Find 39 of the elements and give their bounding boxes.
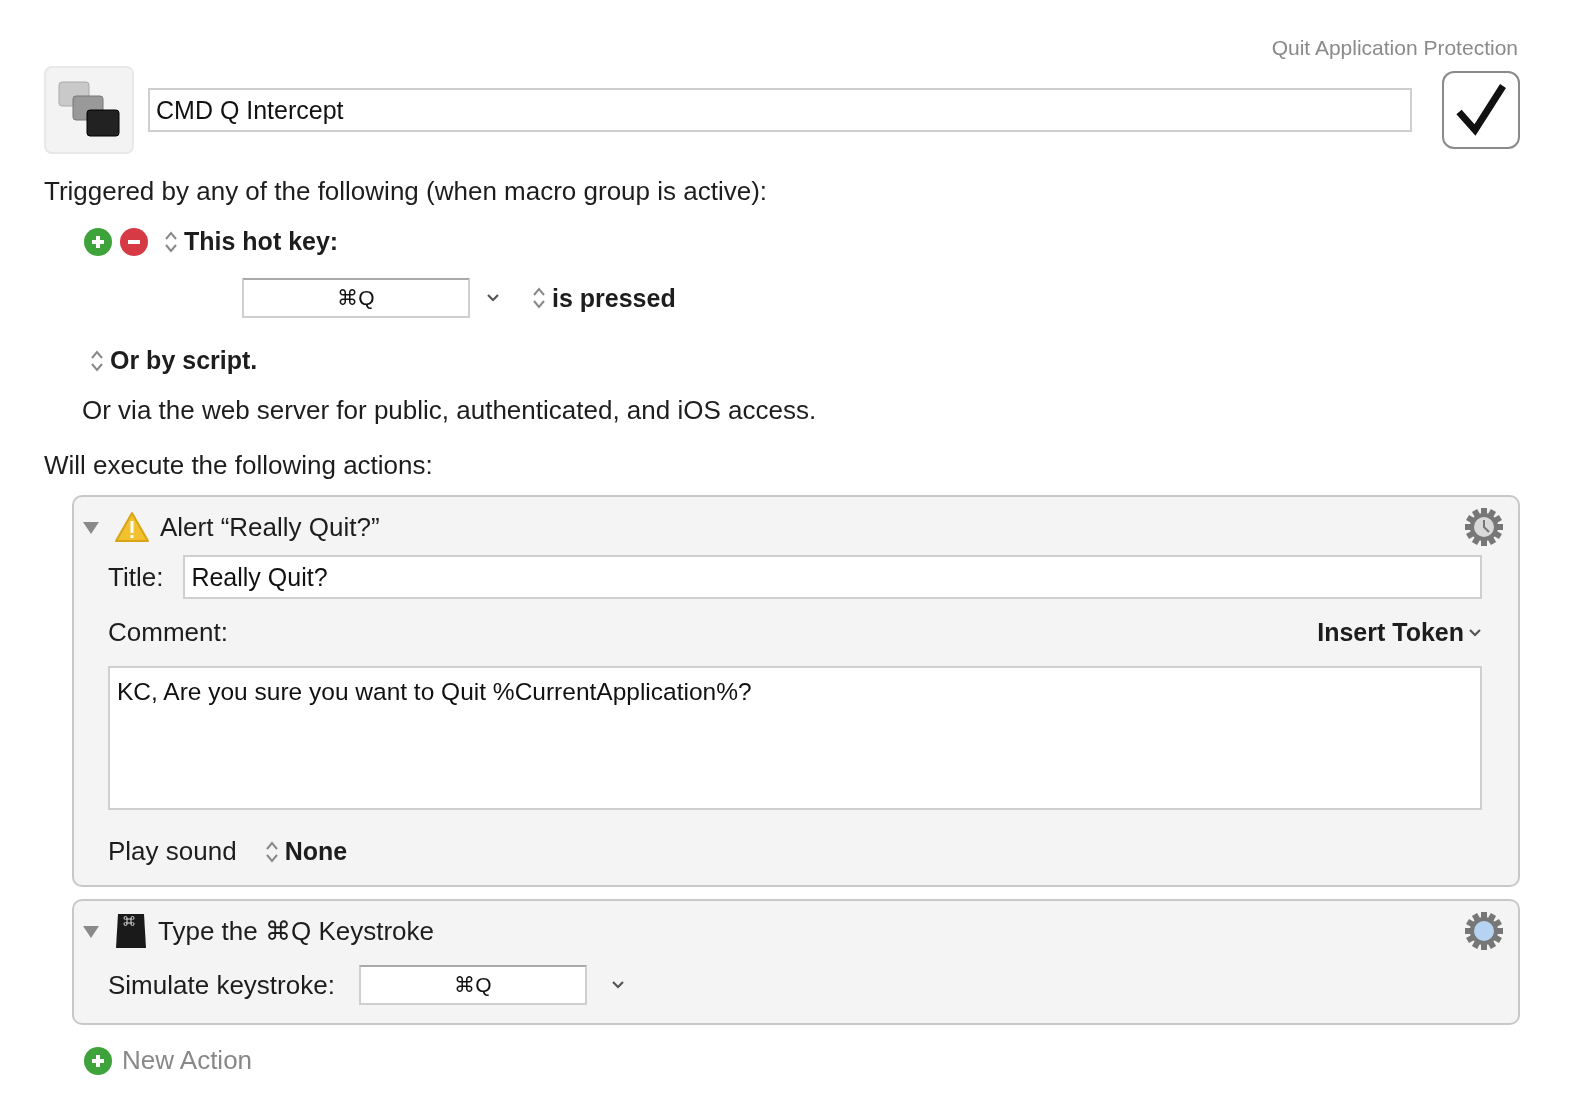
action-title: Alert “Really Quit?” [160,511,380,543]
popup-arrows-icon [90,348,104,373]
title-field[interactable]: Really Quit? [183,555,1482,599]
hotkey-condition-popup[interactable]: is pressed [532,283,676,313]
web-server-note: Or via the web server for public, authenticated, and iOS access. [82,395,818,426]
chevron-down-icon[interactable] [610,980,625,990]
add-icon[interactable] [84,1046,112,1075]
warning-icon [114,511,150,543]
comment-field[interactable]: KC, Are you sure you want to Quit %CurrentApplication%? [108,666,1482,810]
insert-token-menu[interactable]: Insert Token [1317,618,1482,647]
new-action-link[interactable]: New Action [122,1045,253,1076]
play-sound-label: Play sound [108,836,237,867]
trigger-type-popup[interactable]: This hot key: [164,227,339,256]
action-title: Type the ⌘Q Keystroke [158,915,434,947]
remove-icon[interactable] [120,227,148,256]
enabled-checkbox[interactable] [1442,71,1520,149]
popup-arrows-icon [532,286,546,310]
comment-label: Comment: [108,617,228,648]
hotkey-field[interactable]: ⌘Q [242,278,470,318]
settings-icon[interactable] [1464,911,1504,951]
chevron-down-icon[interactable] [486,293,500,303]
disclosure-triangle-icon[interactable] [82,923,100,939]
macro-group-name: Quit Application Protection [1271,36,1518,60]
popup-arrows-icon [164,229,178,254]
gear-clock-icon[interactable] [1464,507,1504,547]
simulate-keystroke-label: Simulate keystroke: [108,969,335,1001]
title-label: Title: [108,561,164,593]
triggers-heading: Triggered by any of the following (when macro group is active): [44,176,769,207]
macro-icon[interactable] [44,66,134,154]
chevron-down-icon[interactable] [1468,627,1482,638]
script-trigger-popup[interactable]: Or by script. [90,346,258,375]
popup-arrows-icon [264,839,279,864]
actions-heading: Will execute the following actions: [44,450,434,481]
keystroke-field[interactable]: ⌘Q [358,965,587,1005]
macro-name-field[interactable]: CMD Q Intercept [148,88,1412,132]
command-key-icon [114,912,148,950]
disclosure-triangle-icon[interactable] [82,519,100,535]
sound-popup[interactable]: None [264,837,348,866]
add-icon[interactable] [84,227,112,256]
